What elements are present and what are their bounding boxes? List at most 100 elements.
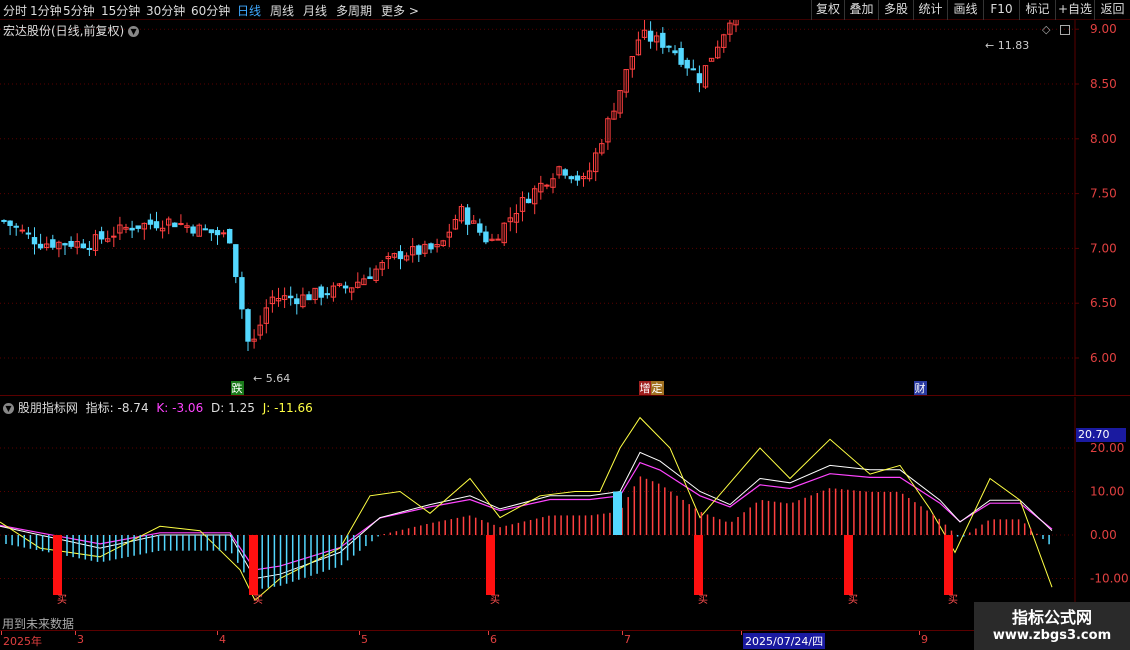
candle-down: [666, 45, 672, 48]
watermark: 指标公式网 www.zbgs3.com: [974, 602, 1130, 650]
candle-down: [324, 293, 331, 296]
period-tab[interactable]: 更多 >: [381, 2, 419, 19]
time-tick: [359, 631, 360, 635]
period-tab[interactable]: 15分钟: [101, 2, 140, 19]
candle-down: [31, 237, 38, 245]
highlight-bar: [613, 491, 622, 535]
candle-down: [50, 239, 56, 248]
candle-down: [672, 50, 678, 54]
period-tab[interactable]: 周线: [270, 2, 294, 19]
y-tick-label: 8.00: [1090, 132, 1117, 146]
chevron-down-icon[interactable]: ▼: [3, 403, 14, 414]
stock-name: 宏达股份(日线,前复权): [3, 24, 125, 38]
buy-signal-label: 买: [490, 594, 500, 606]
candle-down: [568, 176, 574, 180]
y-tick-label: 7.00: [1090, 241, 1117, 255]
kdj-indicator-chart[interactable]: 20.00 10.00 0.00 -10.00 买 买 买 买 买 买: [0, 397, 1130, 630]
toolbar-button[interactable]: 多股: [878, 0, 913, 20]
candle-down: [690, 68, 696, 71]
current-value: 20.70: [1078, 428, 1110, 441]
candle-down: [525, 198, 532, 204]
indicator-k: K: -3.06: [156, 401, 204, 415]
candle-down: [684, 59, 690, 69]
diamond-icon[interactable]: ◇: [1042, 23, 1050, 36]
toolbar-button[interactable]: F10: [983, 0, 1019, 20]
candle-down: [483, 231, 489, 243]
time-tick: [217, 631, 218, 635]
buy-signal-label: 买: [848, 594, 858, 606]
candle-down: [7, 220, 13, 226]
window-icon[interactable]: [1059, 25, 1070, 35]
time-label: 7: [624, 633, 631, 646]
candle-down: [245, 309, 251, 342]
j-line: [0, 416, 1053, 602]
candle-down: [239, 277, 245, 310]
buy-signal-label: 买: [698, 594, 708, 606]
period-tab[interactable]: 5分钟: [63, 2, 95, 19]
candle-down: [147, 219, 154, 225]
y-tick-label: 8.50: [1090, 77, 1117, 91]
indicator-zb: 指标: -8.74: [85, 401, 149, 415]
time-axis[interactable]: 2025年 3 4 5 6 7 2025/07/24/四 9: [0, 630, 1130, 650]
candle-down: [227, 228, 233, 244]
high-price-label: ← 11.83: [985, 39, 1029, 52]
k-line: [0, 451, 1053, 580]
candle-up: [220, 232, 227, 235]
candle-down: [135, 225, 141, 229]
period-tab[interactable]: 日线: [237, 2, 261, 19]
candle-up: [111, 235, 117, 238]
candle-down: [214, 230, 221, 236]
buy-signal-bar: [694, 535, 703, 595]
period-tab[interactable]: 分时: [3, 2, 27, 19]
candle-down: [696, 73, 703, 84]
toolbar-button[interactable]: 画线: [947, 0, 983, 20]
candle-down: [98, 231, 105, 240]
toolbar-button[interactable]: +自选: [1055, 0, 1094, 20]
candle-down: [416, 245, 422, 255]
period-tab[interactable]: 1分钟: [30, 2, 62, 19]
toolbar-button[interactable]: 复权: [811, 0, 844, 20]
candle-down: [342, 285, 349, 289]
price-chart-pane[interactable]: 11.0010.5010.009.509.008.508.007.507.006…: [0, 0, 1130, 396]
y-tick-label: 6.50: [1090, 296, 1117, 310]
toolbar-button[interactable]: 统计: [913, 0, 947, 20]
candle-down: [397, 251, 404, 260]
time-tick: [488, 631, 489, 635]
time-label: 5: [361, 633, 368, 646]
time-tick: [919, 631, 920, 635]
time-label: 9: [921, 633, 928, 646]
event-marker: 定: [652, 381, 663, 395]
y-tick-label: 20.00: [1090, 441, 1124, 455]
candle-down: [678, 48, 684, 65]
period-tab[interactable]: 30分钟: [146, 2, 185, 19]
indicator-name[interactable]: 股朋指标网: [18, 401, 78, 415]
chevron-down-icon[interactable]: ▼: [128, 26, 140, 37]
candle-down: [318, 286, 324, 298]
period-tab[interactable]: 月线: [303, 2, 327, 19]
low-price-label: ← 5.64: [253, 372, 290, 385]
y-tick-label: 0.00: [1090, 528, 1117, 542]
pane-controls: ◇: [1042, 23, 1070, 36]
candle-down: [562, 169, 568, 176]
time-label: 2025年: [3, 635, 42, 648]
indicator-pane[interactable]: 20.00 10.00 0.00 -10.00 买 买 买 买 买 买 ▼ 股朋指标网 指标: -…: [0, 397, 1130, 630]
candlestick-chart[interactable]: 11.0010.5010.009.509.008.508.007.507.006…: [0, 0, 1130, 396]
period-tab[interactable]: 60分钟: [191, 2, 230, 19]
candle-down: [660, 32, 666, 48]
candle-down: [1, 219, 7, 222]
time-tick: [622, 631, 623, 635]
period-tab[interactable]: 多周期: [336, 2, 372, 19]
candle-down: [25, 232, 32, 235]
candle-down: [172, 222, 178, 228]
toolbar-button[interactable]: 返回: [1094, 0, 1130, 20]
event-marker: 财: [915, 381, 926, 395]
toolbar-button[interactable]: 叠加: [844, 0, 878, 20]
toolbar-button[interactable]: 标记: [1019, 0, 1055, 20]
candle-down: [208, 229, 215, 234]
candle-down: [37, 243, 44, 249]
time-tick: [741, 631, 742, 635]
candle-down: [574, 175, 581, 181]
candle-down: [68, 241, 74, 247]
candle-down: [80, 243, 86, 249]
candle-up: [495, 238, 501, 241]
